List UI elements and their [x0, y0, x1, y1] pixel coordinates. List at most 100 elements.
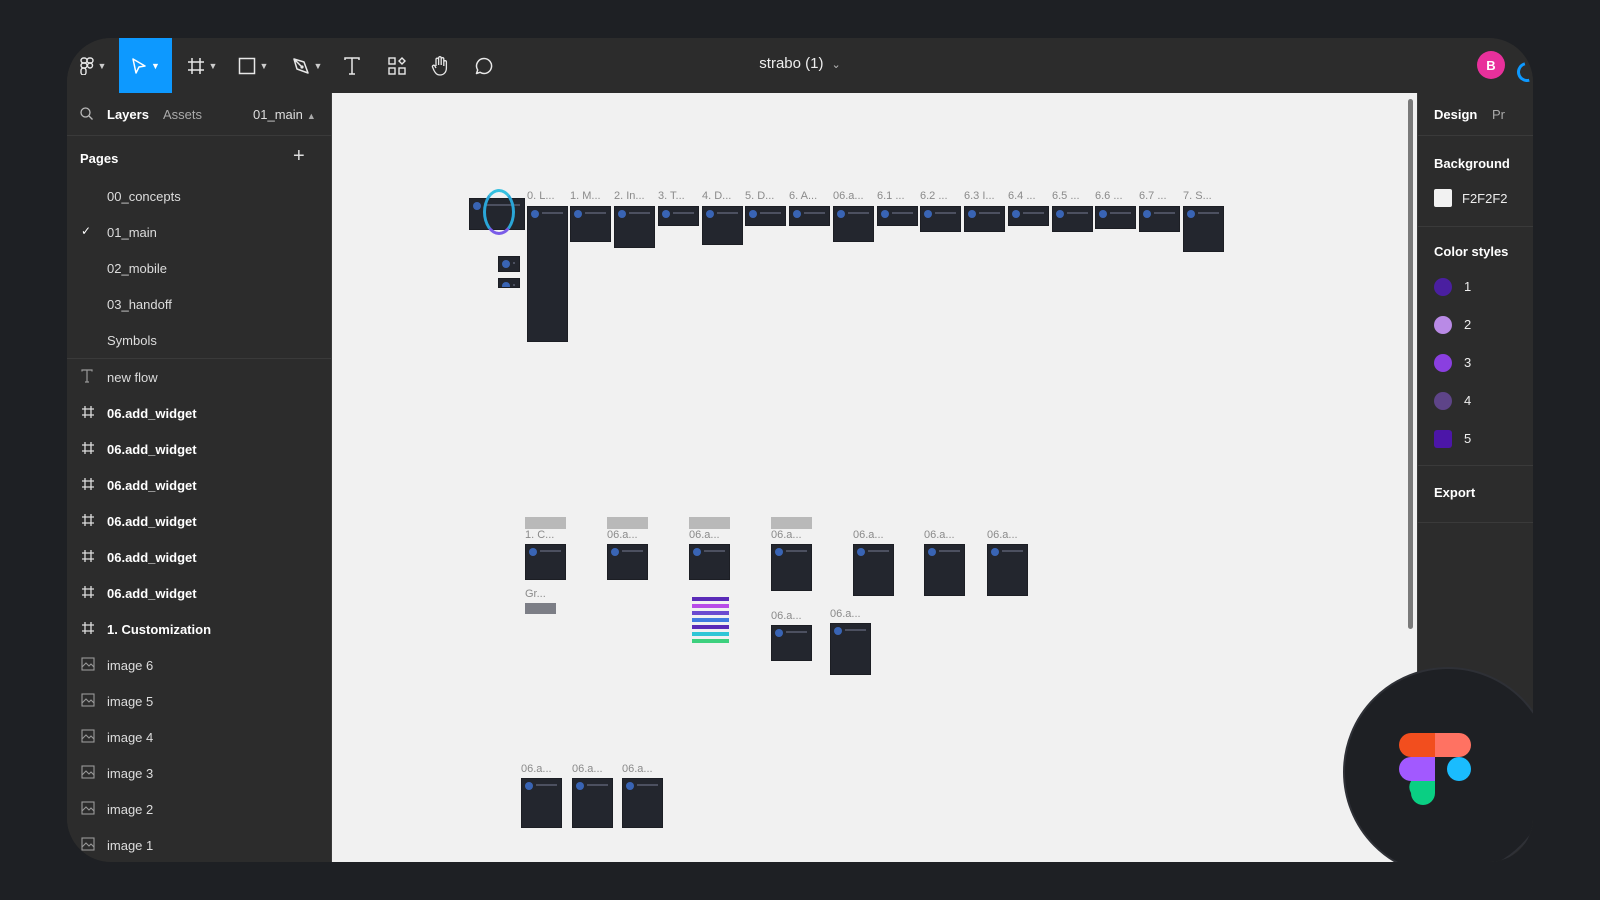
frame-thumbnail[interactable] — [924, 544, 965, 596]
group-thumbnail[interactable] — [525, 603, 556, 614]
layer-item[interactable]: 06.add_widget — [67, 575, 331, 611]
frame-thumbnail[interactable] — [702, 206, 743, 245]
color-style-label[interactable]: 1 — [1464, 279, 1471, 294]
color-style-swatch[interactable] — [1434, 354, 1452, 372]
document-title[interactable]: strabo (1) ⌄ — [67, 55, 1533, 72]
layer-item[interactable]: new flow — [67, 359, 331, 395]
frame-thumbnail[interactable] — [498, 256, 520, 272]
layer-item[interactable]: image 5 — [67, 683, 331, 719]
frame-thumbnail[interactable] — [1008, 206, 1049, 226]
pages-title: Pages — [80, 151, 119, 166]
tab-design[interactable]: Design — [1434, 107, 1477, 122]
note-thumbnail[interactable] — [607, 517, 648, 529]
frame-thumbnail[interactable] — [525, 544, 566, 580]
frame-thumbnail[interactable] — [614, 206, 655, 248]
frame-label: 6.7 ... — [1139, 190, 1167, 202]
layer-item[interactable]: image 4 — [67, 719, 331, 755]
frame-thumbnail[interactable] — [1052, 206, 1093, 232]
frame-label: 6.3 I... — [964, 190, 995, 202]
frame-thumbnail[interactable] — [1139, 206, 1180, 232]
export-title[interactable]: Export — [1434, 485, 1475, 500]
layer-item[interactable]: image 1 — [67, 827, 331, 862]
layer-item[interactable]: 06.add_widget — [67, 539, 331, 575]
layer-item[interactable]: 06.add_widget — [67, 467, 331, 503]
tab-assets[interactable]: Assets — [163, 107, 202, 122]
page-item[interactable]: 02_mobile — [67, 250, 331, 286]
page-item[interactable]: Symbols — [67, 322, 331, 358]
frame-thumbnail[interactable] — [771, 544, 812, 591]
layer-item-label: 06.add_widget — [107, 586, 197, 601]
frame-thumbnail[interactable] — [987, 544, 1028, 596]
frame-label: 06.a... — [607, 529, 638, 541]
page-item[interactable]: ✓ 01_main — [67, 214, 331, 250]
frame-thumbnail[interactable] — [498, 278, 520, 288]
layer-item[interactable]: 06.add_widget — [67, 503, 331, 539]
frame-label: 06.a... — [622, 763, 653, 775]
background-hex[interactable]: F2F2F2 — [1462, 191, 1508, 206]
frame-thumbnail[interactable] — [964, 206, 1005, 232]
frame-thumbnail[interactable] — [1183, 206, 1224, 252]
frame-thumbnail[interactable] — [689, 544, 730, 580]
color-style-swatch[interactable] — [1434, 392, 1452, 410]
frame-thumbnail[interactable] — [521, 778, 562, 828]
page-item-label: 00_concepts — [107, 189, 181, 204]
frame-thumbnail[interactable] — [833, 206, 874, 242]
frame-thumbnail[interactable] — [830, 623, 871, 675]
frame-thumbnail[interactable] — [745, 206, 786, 226]
color-style-label[interactable]: 2 — [1464, 317, 1471, 332]
color-style-label[interactable]: 5 — [1464, 431, 1471, 446]
layer-item-label: 06.add_widget — [107, 478, 197, 493]
color-style-label[interactable]: 4 — [1464, 393, 1471, 408]
frame-label: 5. D... — [745, 190, 775, 202]
tab-prototype[interactable]: Pr — [1492, 107, 1505, 122]
layer-item[interactable]: image 2 — [67, 791, 331, 827]
layer-item[interactable]: image 6 — [67, 647, 331, 683]
frame-thumbnail[interactable] — [877, 206, 918, 226]
frame-label: 06.a... — [771, 610, 802, 622]
pages-header: Pages + — [67, 136, 331, 178]
current-page-selector[interactable]: 01_main ▲ — [253, 107, 316, 122]
frame-thumbnail[interactable] — [771, 625, 812, 661]
layer-item[interactable]: image 3 — [67, 755, 331, 791]
page-item-label: 03_handoff — [107, 297, 172, 312]
tab-layers[interactable]: Layers — [107, 107, 149, 122]
pages-list: 00_concepts ✓ 01_main 02_mobile 03_handof… — [67, 178, 331, 358]
layer-item[interactable]: 06.add_widget — [67, 431, 331, 467]
frame-thumbnail[interactable] — [658, 206, 699, 226]
color-style-swatch[interactable] — [1434, 278, 1452, 296]
frame-thumbnail[interactable] — [622, 778, 663, 828]
divider — [1418, 465, 1533, 466]
frame-thumbnail[interactable] — [853, 544, 894, 596]
page-item[interactable]: 03_handoff — [67, 286, 331, 322]
color-style-label[interactable]: 3 — [1464, 355, 1471, 370]
frame-layer-icon — [81, 513, 95, 527]
frame-thumbnail[interactable] — [572, 778, 613, 828]
note-thumbnail[interactable] — [525, 517, 566, 529]
frame-thumbnail[interactable] — [570, 206, 611, 242]
note-thumbnail[interactable] — [771, 517, 812, 529]
color-swatches-thumbnail[interactable] — [692, 597, 729, 643]
frame-thumbnail[interactable] — [920, 206, 961, 232]
color-style-swatch[interactable] — [1434, 316, 1452, 334]
figma-logo — [1399, 733, 1471, 805]
add-page-icon[interactable]: + — [293, 145, 305, 168]
layer-item-label: image 5 — [107, 694, 154, 709]
layer-item[interactable]: 1. Customization — [67, 611, 331, 647]
page-item[interactable]: 00_concepts — [67, 178, 331, 214]
frame-thumbnail[interactable] — [527, 206, 568, 342]
chevron-down-icon: ⌄ — [831, 59, 841, 71]
canvas[interactable]: 0. L... 1. M... 2. In... 3. T... 4. D...… — [332, 93, 1417, 862]
search-icon[interactable] — [80, 107, 93, 123]
frame-label: 0. L... — [527, 190, 555, 202]
frame-thumbnail[interactable] — [607, 544, 648, 580]
note-thumbnail[interactable] — [689, 517, 730, 529]
frame-thumbnail[interactable] — [789, 206, 830, 226]
frame-layer-icon — [81, 549, 95, 563]
frame-thumbnail[interactable] — [1095, 206, 1136, 229]
frame-label: 2. In... — [614, 190, 645, 202]
background-swatch[interactable] — [1434, 189, 1452, 207]
layer-item[interactable]: 06.add_widget — [67, 395, 331, 431]
avatar[interactable]: B — [1477, 51, 1505, 79]
canvas-scrollbar[interactable] — [1408, 99, 1413, 629]
color-style-swatch[interactable] — [1434, 430, 1452, 448]
